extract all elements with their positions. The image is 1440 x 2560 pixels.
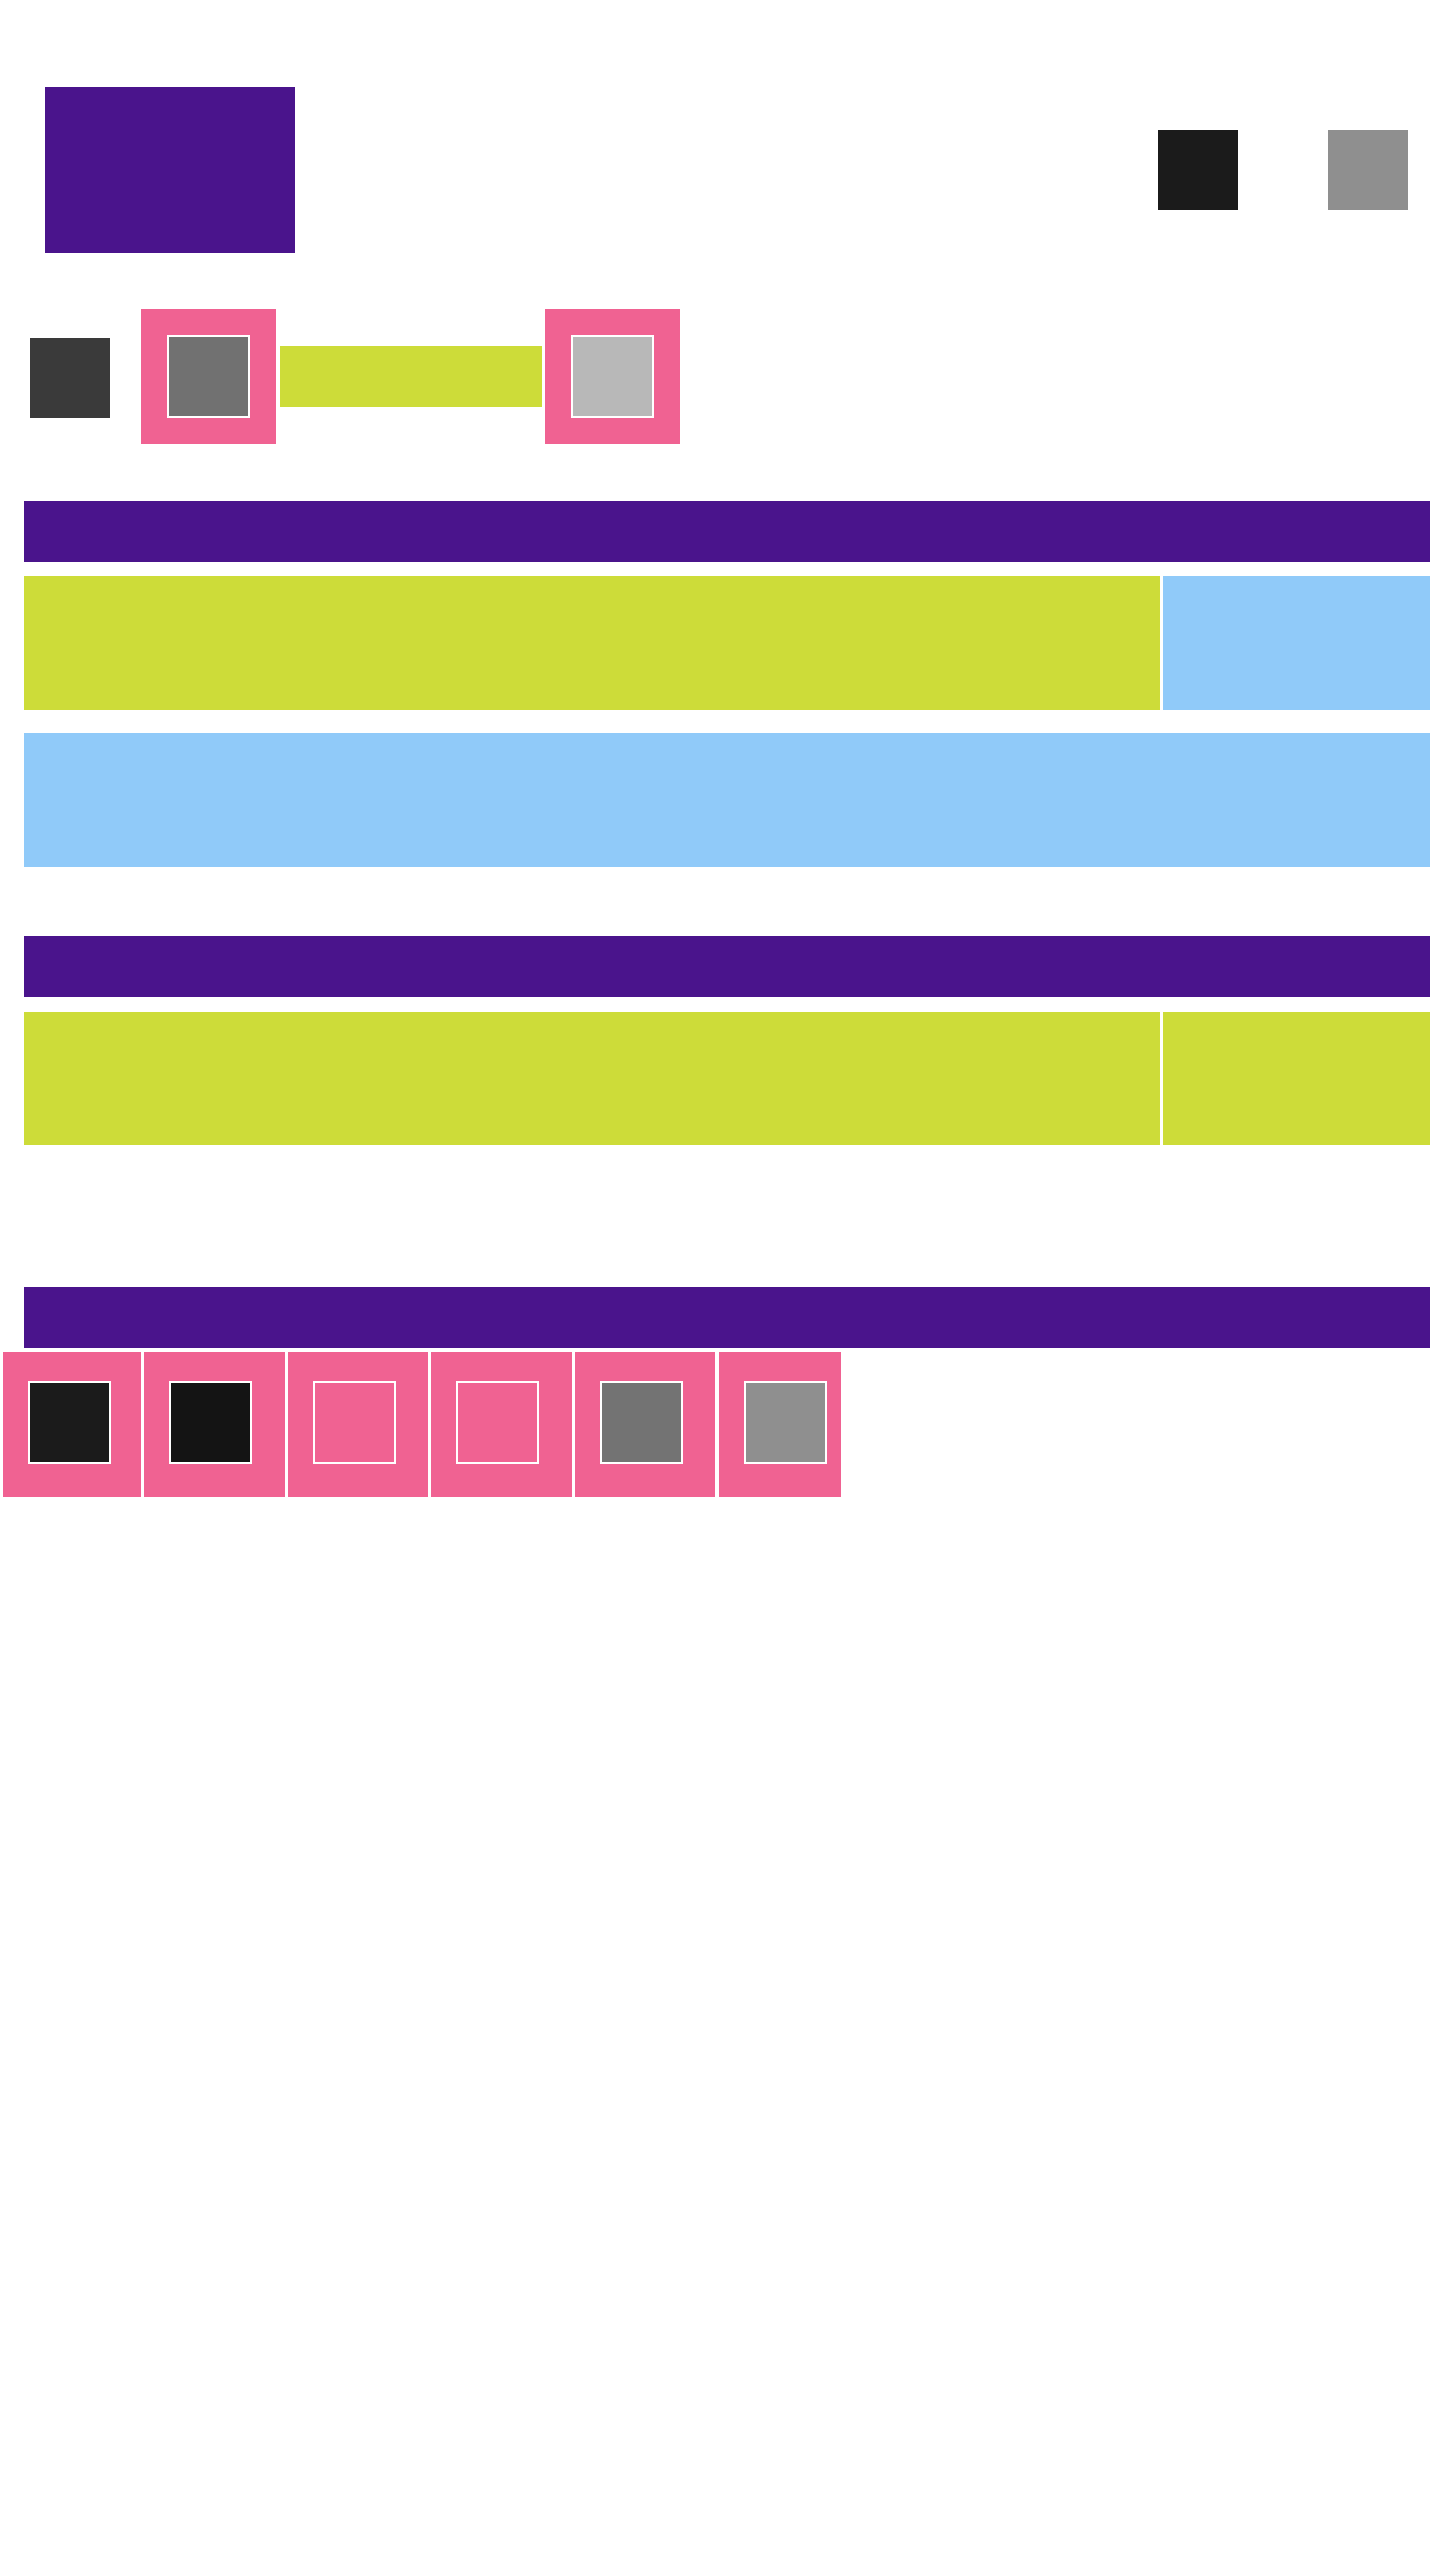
swatch-item[interactable] xyxy=(288,1352,428,1497)
swatch-item[interactable] xyxy=(719,1352,841,1497)
pink-square-icon xyxy=(313,1381,396,1464)
swatch-item[interactable] xyxy=(575,1352,715,1497)
section-1-side-panel[interactable] xyxy=(1163,576,1430,710)
toolbar-button-2[interactable] xyxy=(545,309,680,444)
header-action-dark-icon[interactable] xyxy=(1158,130,1238,210)
light-gray-square-icon xyxy=(571,335,654,418)
section-1-primary-panel[interactable] xyxy=(24,576,1160,710)
pink-square-icon xyxy=(456,1381,539,1464)
toolbar-leading-icon[interactable] xyxy=(30,338,110,418)
toolbar-button-1[interactable] xyxy=(141,309,276,444)
gray-square-icon xyxy=(167,335,250,418)
section-2-header xyxy=(24,936,1430,997)
gray-square-icon xyxy=(744,1381,827,1464)
swatch-item[interactable] xyxy=(3,1352,141,1497)
section-2-primary-panel[interactable] xyxy=(24,1012,1160,1145)
section-2-side-panel[interactable] xyxy=(1163,1012,1430,1145)
section-3-header xyxy=(24,1287,1430,1348)
section-1-header xyxy=(24,501,1430,562)
swatch-item[interactable] xyxy=(144,1352,285,1497)
logo[interactable] xyxy=(45,87,295,253)
header-action-gray-icon[interactable] xyxy=(1328,130,1408,210)
section-1-wide-panel[interactable] xyxy=(24,733,1430,867)
swatch-item[interactable] xyxy=(431,1352,572,1497)
gray-square-icon xyxy=(600,1381,683,1464)
black-square-icon xyxy=(28,1381,111,1464)
black-square-icon xyxy=(169,1381,252,1464)
toolbar-field[interactable] xyxy=(280,346,542,407)
